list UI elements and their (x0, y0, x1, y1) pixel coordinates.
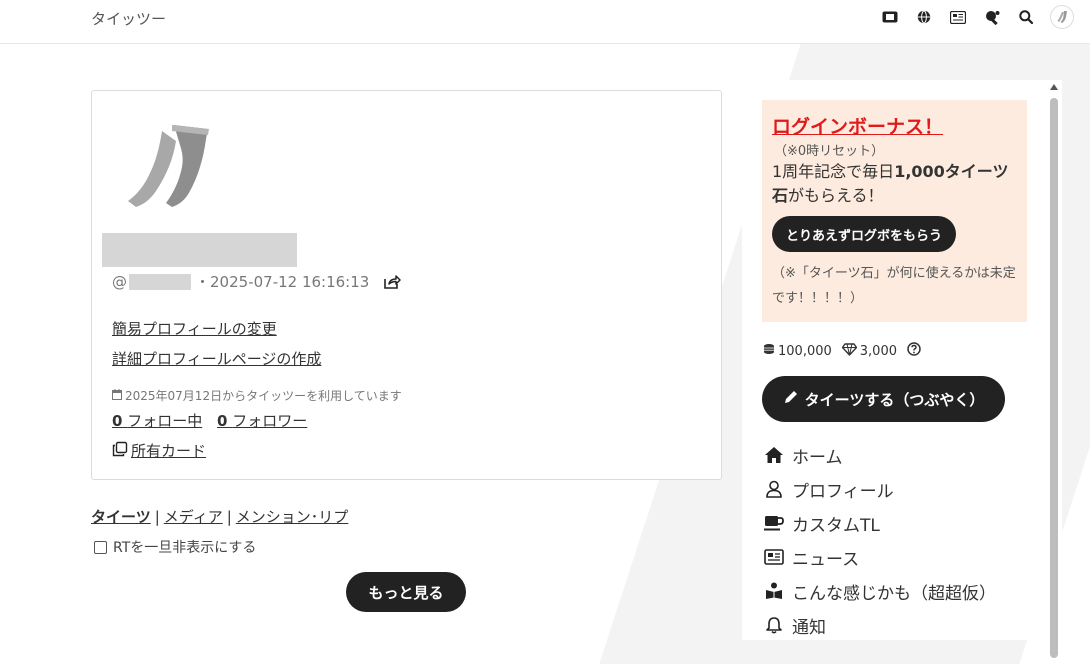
ping-pong-icon[interactable] (982, 7, 1002, 27)
sidebar-item-news[interactable]: ニュース (764, 540, 996, 574)
login-bonus-panel: ログインボーナス！ （※0時リセット） 1周年記念で毎日1,000タイーツ石がも… (762, 100, 1027, 322)
sidebar: ログインボーナス！ （※0時リセット） 1周年記念で毎日1,000タイーツ石がも… (742, 80, 1062, 640)
profile-card: @ ・ 2025-07-12 16:16:13 簡易プロフィールの変更 詳細プロ… (91, 90, 722, 480)
login-bonus-title[interactable]: ログインボーナス！ (772, 112, 943, 139)
simple-profile-link[interactable]: 簡易プロフィールの変更 (112, 318, 277, 339)
handle-redacted (129, 273, 191, 290)
tab-separator: | (226, 508, 232, 526)
site-title[interactable]: タイッツー (91, 8, 166, 29)
following-label: フォロー中 (127, 412, 203, 430)
share-icon[interactable] (383, 274, 402, 290)
scrollbar-thumb[interactable] (1050, 98, 1058, 658)
coins-icon (762, 343, 775, 359)
tab-mentions[interactable]: メンション･リプ (236, 508, 349, 526)
cards-label: 所有カード (131, 442, 207, 460)
following-count: 0 (112, 412, 123, 430)
newspaper-icon (764, 547, 784, 567)
help-icon[interactable] (907, 342, 921, 360)
followers-count: 0 (217, 412, 228, 430)
reading-icon (764, 581, 784, 601)
hide-rt-label: RTを一旦非表示にする (113, 540, 257, 556)
top-icons (880, 5, 1074, 29)
sidebar-item-label: こんな感じかも（超超仮） (792, 583, 996, 604)
owned-cards-link[interactable]: 所有カード (112, 440, 206, 461)
bell-icon (764, 615, 784, 635)
currency-stats: 100,000 3,000 (762, 342, 921, 360)
handle-prefix: @ (112, 272, 127, 291)
login-bonus-body: 1周年記念で毎日1,000タイーツ石がもらえる！ (772, 160, 1020, 208)
checkbox-box[interactable] (94, 540, 107, 554)
sidebar-scrollbar[interactable] (1049, 84, 1059, 658)
user-avatar[interactable] (1050, 5, 1074, 29)
sidebar-item-suggestions[interactable]: こんな感じかも（超超仮） (764, 574, 996, 608)
tab-separator: | (154, 508, 160, 526)
profile-meta: @ ・ 2025-07-12 16:16:13 (112, 271, 402, 292)
login-bonus-note: （※0時リセット） (774, 144, 885, 159)
scroll-up-arrow-icon[interactable] (1050, 84, 1058, 90)
timeline-tabs: タイーツ | メディア | メンション･リプ (91, 506, 348, 527)
tab-media[interactable]: メディア (164, 508, 223, 526)
sidebar-item-label: ニュース (792, 549, 860, 570)
meta-separator: ・ (195, 273, 211, 291)
profile-avatar (122, 121, 212, 211)
calendar-icon (112, 388, 122, 403)
sidebar-item-notifications[interactable]: 通知 (764, 608, 996, 640)
globe-icon[interactable] (914, 7, 934, 27)
home-icon (764, 445, 784, 465)
following-link[interactable]: 0 フォロー中 (112, 412, 202, 430)
display-name-redacted (102, 233, 297, 267)
bonus-body-suffix: がもらえる！ (788, 186, 884, 205)
detail-profile-link[interactable]: 詳細プロフィールページの作成 (112, 348, 321, 369)
hide-rt-checkbox[interactable]: RTを一旦非表示にする (94, 537, 256, 557)
member-since: 2025年07月12日からタイッツーを利用しています (112, 387, 402, 404)
sidebar-item-home[interactable]: ホーム (764, 438, 996, 472)
coffee-icon (764, 513, 784, 533)
gem-icon (841, 342, 857, 360)
user-icon (764, 479, 784, 499)
member-since-text: 2025年07月12日からタイッツーを利用しています (125, 389, 402, 403)
claim-bonus-button[interactable]: とりあえずログボをもらう (772, 216, 957, 252)
cards-icon (112, 441, 128, 461)
sidebar-item-label: カスタムTL (792, 515, 880, 536)
sidebar-item-label: ホーム (792, 447, 843, 468)
follow-counts: 0 フォロー中 0 フォロワー (112, 410, 317, 431)
ticket-icon[interactable] (880, 7, 900, 27)
coins-count: 100,000 (778, 343, 832, 359)
search-icon[interactable] (1016, 7, 1036, 27)
post-tweet-button[interactable]: タイーツする（つぶやく） (762, 376, 1005, 422)
joined-datetime: 2025-07-12 16:16:13 (210, 272, 370, 291)
sidebar-item-custom-tl[interactable]: カスタムTL (764, 506, 996, 540)
sidebar-item-profile[interactable]: プロフィール (764, 472, 996, 506)
followers-label: フォロワー (232, 412, 308, 430)
login-bonus-footer: （※「タイーツ石」が何に使えるかは未定です！！！！） (772, 266, 1016, 306)
bonus-body-prefix: 1周年記念で毎日 (772, 162, 895, 181)
post-tweet-label: タイーツする（つぶやく） (804, 391, 985, 409)
sidebar-item-label: プロフィール (792, 481, 894, 502)
tab-tweets[interactable]: タイーツ (91, 508, 151, 526)
pencil-icon (783, 389, 799, 409)
news-icon[interactable] (948, 7, 968, 27)
sidebar-nav: ホーム プロフィール カスタムTL ニュース こんな感じかも（超超仮） 通知 (764, 438, 996, 640)
gems-count: 3,000 (859, 343, 897, 359)
followers-link[interactable]: 0 フォロワー (217, 412, 307, 430)
top-bar: タイッツー (0, 0, 1090, 44)
load-more-button[interactable]: もっと見る (346, 572, 466, 612)
